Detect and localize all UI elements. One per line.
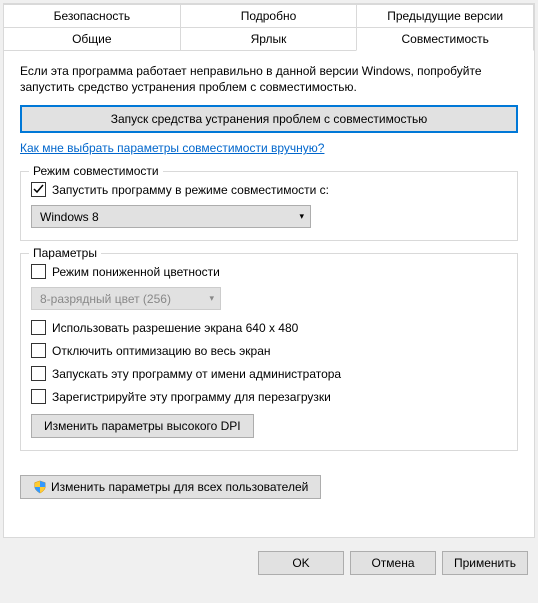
tab-security[interactable]: Безопасность <box>3 4 181 28</box>
change-dpi-settings-button[interactable]: Изменить параметры высокого DPI <box>31 414 254 438</box>
tab-content: Если эта программа работает неправильно … <box>4 51 534 471</box>
change-all-users-button[interactable]: Изменить параметры для всех пользователе… <box>20 475 321 499</box>
register-restart-label: Зарегистрируйте эту программу для переза… <box>52 390 331 404</box>
ok-button[interactable]: OK <box>258 551 344 575</box>
disable-fullscreen-opt-label: Отключить оптимизацию во весь экран <box>52 344 271 358</box>
parameters-group: Параметры Режим пониженной цветности 8-р… <box>20 253 518 451</box>
shield-icon <box>33 480 47 494</box>
tab-previous-versions[interactable]: Предыдущие версии <box>356 4 534 28</box>
color-depth-value: 8-разрядный цвет (256) <box>40 292 171 306</box>
apply-button[interactable]: Применить <box>442 551 528 575</box>
dialog-footer: OK Отмена Применить <box>0 541 538 575</box>
reduced-color-label: Режим пониженной цветности <box>52 265 220 279</box>
res-640x480-checkbox[interactable] <box>31 320 46 335</box>
color-depth-combo: 8-разрядный цвет (256) ▾ <box>31 287 221 310</box>
compat-mode-value: Windows 8 <box>40 210 99 224</box>
compatibility-mode-legend: Режим совместимости <box>29 164 163 178</box>
register-restart-checkbox[interactable] <box>31 389 46 404</box>
chevron-down-icon: ▾ <box>209 293 214 304</box>
disable-fullscreen-opt-checkbox[interactable] <box>31 343 46 358</box>
res-640x480-label: Использовать разрешение экрана 640 x 480 <box>52 321 298 335</box>
parameters-legend: Параметры <box>29 246 101 260</box>
tab-compatibility[interactable]: Совместимость <box>356 28 534 51</box>
run-as-admin-label: Запускать эту программу от имени админис… <box>52 367 341 381</box>
reduced-color-checkbox[interactable] <box>31 264 46 279</box>
chevron-down-icon: ▾ <box>299 211 304 222</box>
compat-mode-checkbox[interactable] <box>31 182 46 197</box>
change-all-users-label: Изменить параметры для всех пользователе… <box>51 480 308 494</box>
tabs-row-1: Безопасность Подробно Предыдущие версии <box>4 4 534 28</box>
compat-mode-combo[interactable]: Windows 8 ▾ <box>31 205 311 228</box>
cancel-button[interactable]: Отмена <box>350 551 436 575</box>
tabs-row-2: Общие Ярлык Совместимость <box>4 28 534 51</box>
compatibility-mode-group: Режим совместимости Запустить программу … <box>20 171 518 241</box>
checkmark-icon <box>33 184 44 195</box>
tab-shortcut[interactable]: Ярлык <box>180 28 358 51</box>
intro-text: Если эта программа работает неправильно … <box>20 63 518 95</box>
compat-mode-label: Запустить программу в режиме совместимос… <box>52 183 329 197</box>
properties-panel: Безопасность Подробно Предыдущие версии … <box>3 3 535 538</box>
tab-general[interactable]: Общие <box>3 28 181 51</box>
manual-settings-link[interactable]: Как мне выбрать параметры совместимости … <box>20 141 324 155</box>
run-as-admin-checkbox[interactable] <box>31 366 46 381</box>
tab-details[interactable]: Подробно <box>180 4 358 28</box>
run-troubleshooter-button[interactable]: Запуск средства устранения проблем с сов… <box>20 105 518 133</box>
